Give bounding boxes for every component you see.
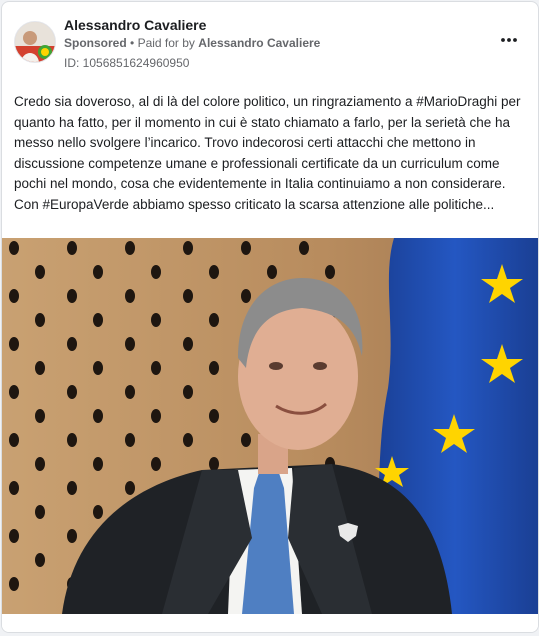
ad-card: Alessandro Cavaliere Sponsored • Paid fo… [1, 1, 539, 633]
ad-header: Alessandro Cavaliere Sponsored • Paid fo… [2, 2, 538, 80]
ad-image[interactable] [2, 238, 538, 614]
ad-id: ID: 1056851624960950 [64, 56, 190, 70]
ad-body-text: Credo sia doveroso, al di là del colore … [14, 92, 526, 215]
body-paragraph-truncated[interactable]: Con #EuropaVerde abbiamo spesso criticat… [14, 195, 526, 216]
page-avatar[interactable] [14, 21, 56, 63]
paid-for-by[interactable]: Alessandro Cavaliere [198, 36, 320, 50]
paid-for-prefix: Paid for by [137, 36, 195, 50]
ad-photo [2, 238, 538, 614]
meta-separator: • [130, 36, 135, 50]
more-options-button[interactable] [496, 30, 522, 50]
sponsored-label: Sponsored [64, 36, 127, 50]
avatar-photo-icon [15, 22, 55, 62]
sponsored-line: Sponsored • Paid for by Alessandro Caval… [64, 36, 320, 50]
ad-footer [2, 614, 538, 632]
body-paragraph: Credo sia doveroso, al di là del colore … [14, 94, 521, 191]
page-name[interactable]: Alessandro Cavaliere [64, 17, 206, 33]
more-horizontal-icon [501, 38, 517, 42]
